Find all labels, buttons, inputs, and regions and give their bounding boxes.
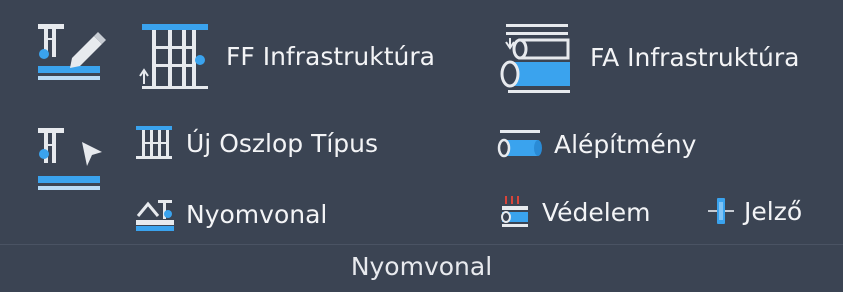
substructure-label: Alépítmény [554,129,697,159]
tower-infrastructure-icon [139,24,208,89]
pole-type-icon [136,126,172,159]
protection-button[interactable]: Védelem [498,194,650,230]
pipe-infrastructure-icon [500,24,570,93]
protection-icon [501,196,528,227]
new-pole-type-label: Új Oszlop Típus [186,128,379,158]
new-pole-type-button[interactable]: Új Oszlop Típus [134,124,378,162]
edit-route-button[interactable] [32,18,106,92]
conduit-icon [497,130,542,158]
ff-infrastructure-button[interactable]: FF Infrastruktúra [138,20,435,92]
fa-infrastructure-button[interactable]: FA Infrastruktúra [498,20,799,94]
route-label: Nyomvonal [186,199,328,229]
panel-title: Nyomvonal [350,252,493,281]
route-button[interactable]: Nyomvonal [134,194,327,234]
route-icon [136,200,174,231]
fa-infrastructure-label: FA Infrastruktúra [590,42,800,72]
substructure-button[interactable]: Alépítmény [496,124,696,164]
marker-label: Jelző [744,196,803,226]
ribbon-panel-nyomvonal: FF Infrastruktúra FA Infrastruktúra Új O… [0,0,843,292]
marker-icon [708,198,734,224]
ff-infrastructure-label: FF Infrastruktúra [226,41,435,71]
route-edit-icon [38,24,106,80]
route-select-icon [38,128,102,190]
marker-button[interactable]: Jelző [706,194,802,228]
panel-divider [0,244,843,245]
protection-label: Védelem [542,197,651,227]
select-route-button[interactable] [32,124,106,198]
